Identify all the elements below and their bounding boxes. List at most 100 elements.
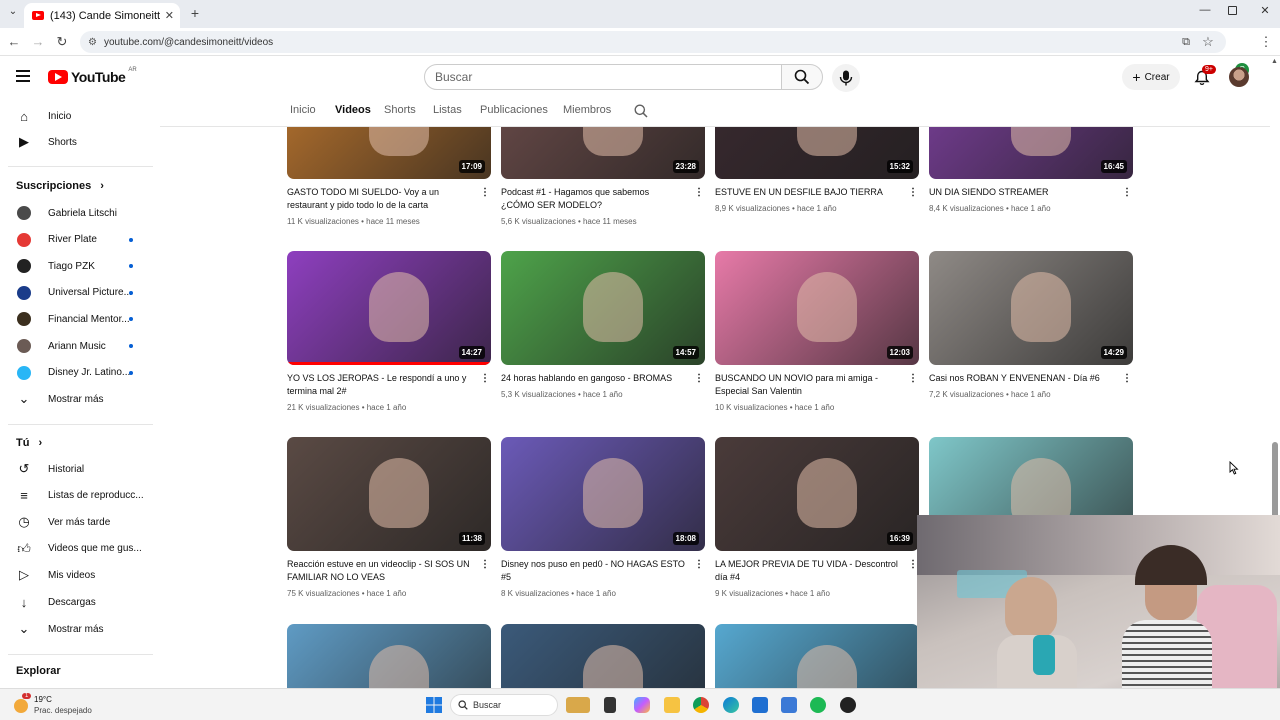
video-thumbnail[interactable]: 14:57 bbox=[501, 251, 705, 365]
notifications-button[interactable]: 9+ bbox=[1192, 65, 1216, 88]
tab-shorts[interactable]: Shorts bbox=[384, 104, 416, 116]
tab-miembros[interactable]: Miembros bbox=[563, 104, 611, 116]
more-actions-icon[interactable]: ⋮ bbox=[480, 373, 490, 384]
video-title[interactable]: UN DIA SIENDO STREAMER bbox=[929, 186, 1113, 199]
more-actions-icon[interactable]: ⋮ bbox=[1122, 187, 1132, 198]
bookmark-star-icon[interactable]: ☆ bbox=[1198, 28, 1218, 56]
more-actions-icon[interactable]: ⋮ bbox=[694, 559, 704, 570]
video-thumbnail[interactable]: 15:32 bbox=[715, 127, 919, 179]
scrollbar-up-arrow[interactable]: ▲ bbox=[1271, 58, 1278, 65]
video-title[interactable]: YO VS LOS JEROPAS - Le respondí a uno y … bbox=[287, 372, 471, 398]
more-actions-icon[interactable]: ⋮ bbox=[908, 373, 918, 384]
video-thumbnail[interactable]: 16:45 bbox=[929, 127, 1133, 179]
video-thumbnail[interactable]: 14:29 bbox=[929, 251, 1133, 365]
account-avatar[interactable] bbox=[1229, 67, 1249, 87]
capcut-icon[interactable] bbox=[840, 697, 856, 713]
video-title[interactable]: GASTO TODO MI SUELDO- Voy a un restauran… bbox=[287, 186, 471, 212]
youtube-logo-text: YouTube bbox=[71, 69, 126, 85]
video-thumbnail[interactable]: 18:08 bbox=[501, 437, 705, 551]
site-info-icon[interactable]: ⚙ bbox=[88, 37, 97, 48]
video-thumbnail[interactable] bbox=[501, 624, 705, 688]
video-title[interactable]: Disney nos puso en ped0 - NO HAGAS ESTO … bbox=[501, 558, 685, 584]
video-thumbnail[interactable]: 14:27 bbox=[287, 251, 491, 365]
video-meta: 75 K visualizaciones • hace 1 año bbox=[287, 589, 487, 598]
sidebar-item-home[interactable]: ⌂ Inicio bbox=[0, 103, 155, 129]
meta-separator: • bbox=[359, 589, 367, 598]
search-button[interactable] bbox=[781, 64, 823, 90]
more-actions-icon[interactable]: ⋮ bbox=[694, 187, 704, 198]
edge-icon[interactable] bbox=[723, 697, 739, 713]
search-input[interactable]: Buscar bbox=[424, 64, 782, 90]
video-title[interactable]: BUSCANDO UN NOVIO para mi amiga - Especi… bbox=[715, 372, 899, 398]
weather-widget[interactable]: 1 19°C Prac. despejado bbox=[10, 693, 110, 717]
voice-search-button[interactable] bbox=[832, 64, 860, 92]
close-window-button[interactable]: ✕ bbox=[1258, 4, 1272, 17]
video-thumbnail[interactable] bbox=[287, 624, 491, 688]
upload-age: hace 1 año bbox=[366, 403, 407, 412]
video-duration: 12:03 bbox=[886, 346, 913, 359]
video-title[interactable]: Casi nos ROBAN Y ENVENENAN - Día #6 bbox=[929, 372, 1113, 385]
tab-publicaciones[interactable]: Publicaciones bbox=[480, 104, 548, 116]
view-count: 8,9 K visualizaciones bbox=[715, 204, 790, 213]
create-button[interactable]: + Crear bbox=[1122, 64, 1180, 90]
tab-inicio[interactable]: Inicio bbox=[290, 104, 316, 116]
video-title[interactable]: Podcast #1 - Hagamos que sabemos ¿CÓMO S… bbox=[501, 186, 685, 212]
video-thumbnail[interactable]: 11:38 bbox=[287, 437, 491, 551]
tab-list-button[interactable]: ⌄ bbox=[6, 6, 20, 20]
video-thumbnail[interactable]: 17:09 bbox=[287, 127, 491, 179]
video-duration: 14:29 bbox=[1100, 346, 1127, 359]
reload-icon[interactable]: ↻ bbox=[52, 28, 72, 56]
browser-tab[interactable]: (143) Cande Simoneitt - YouTube ✕ bbox=[24, 3, 180, 28]
browser-menu-icon[interactable]: ⋮ bbox=[1256, 28, 1276, 56]
channel-search-icon[interactable] bbox=[634, 104, 648, 118]
spotify-icon[interactable] bbox=[810, 697, 826, 713]
meta-separator: • bbox=[575, 390, 583, 399]
video-title[interactable]: LA MEJOR PREVIA DE TU VIDA - Descontrol … bbox=[715, 558, 899, 584]
video-thumbnail[interactable]: 23:28 bbox=[501, 127, 705, 179]
minimize-button[interactable]: — bbox=[1198, 4, 1212, 16]
video-title[interactable]: 24 horas hablando en gangoso - BROMAS bbox=[501, 372, 685, 385]
view-count: 21 K visualizaciones bbox=[287, 403, 360, 412]
tab-videos[interactable]: Videos bbox=[335, 104, 371, 116]
video-thumbnail[interactable]: 16:39 bbox=[715, 437, 919, 551]
close-tab-icon[interactable]: ✕ bbox=[165, 9, 174, 22]
back-icon[interactable]: ← bbox=[4, 28, 24, 56]
video-duration: 14:27 bbox=[458, 346, 485, 359]
restore-button[interactable] bbox=[1228, 6, 1237, 15]
more-actions-icon[interactable]: ⋮ bbox=[694, 373, 704, 384]
video-meta: 7,2 K visualizaciones • hace 1 año bbox=[929, 390, 1129, 399]
meta-separator: • bbox=[1003, 204, 1011, 213]
task-view-icon[interactable] bbox=[604, 697, 616, 713]
app-icon[interactable] bbox=[781, 697, 797, 713]
upload-age: hace 1 año bbox=[790, 589, 830, 598]
copilot-icon[interactable] bbox=[634, 697, 650, 713]
microphone bbox=[1033, 635, 1055, 675]
country-code: AR bbox=[128, 67, 137, 73]
video-thumbnail[interactable] bbox=[715, 624, 919, 688]
taskbar-search[interactable]: Buscar bbox=[450, 694, 558, 716]
widgets-icon[interactable] bbox=[566, 697, 590, 713]
store-icon[interactable] bbox=[752, 697, 768, 713]
tab-listas[interactable]: Listas bbox=[433, 104, 462, 116]
file-explorer-icon[interactable] bbox=[664, 697, 680, 713]
more-actions-icon[interactable]: ⋮ bbox=[480, 559, 490, 570]
weather-sun-icon bbox=[14, 699, 28, 713]
mouse-cursor-icon bbox=[1229, 461, 1239, 475]
view-count: 5,3 K visualizaciones bbox=[501, 390, 576, 399]
youtube-header: YouTube AR Buscar + Crear 9+ bbox=[0, 56, 1280, 98]
windows-start-icon[interactable] bbox=[426, 697, 442, 713]
video-duration: 17:09 bbox=[458, 160, 485, 173]
more-actions-icon[interactable]: ⋮ bbox=[908, 187, 918, 198]
video-title[interactable]: ESTUVE EN UN DESFILE BAJO TIERRA bbox=[715, 186, 899, 199]
hamburger-menu-icon[interactable] bbox=[16, 70, 30, 82]
install-app-icon[interactable]: ⧉ bbox=[1176, 28, 1196, 56]
more-actions-icon[interactable]: ⋮ bbox=[1122, 373, 1132, 384]
video-title[interactable]: Reacción estuve en un videoclip - SI SOS… bbox=[287, 558, 471, 584]
more-actions-icon[interactable]: ⋮ bbox=[480, 187, 490, 198]
new-tab-button[interactable]: + bbox=[188, 5, 202, 21]
address-bar[interactable]: ⚙ youtube.com/@candesimoneitt/videos bbox=[80, 31, 1226, 53]
chrome-icon[interactable] bbox=[693, 697, 709, 713]
video-thumbnail[interactable]: 12:03 bbox=[715, 251, 919, 365]
forward-icon[interactable]: → bbox=[28, 28, 48, 56]
youtube-logo[interactable]: YouTube AR bbox=[48, 67, 137, 85]
